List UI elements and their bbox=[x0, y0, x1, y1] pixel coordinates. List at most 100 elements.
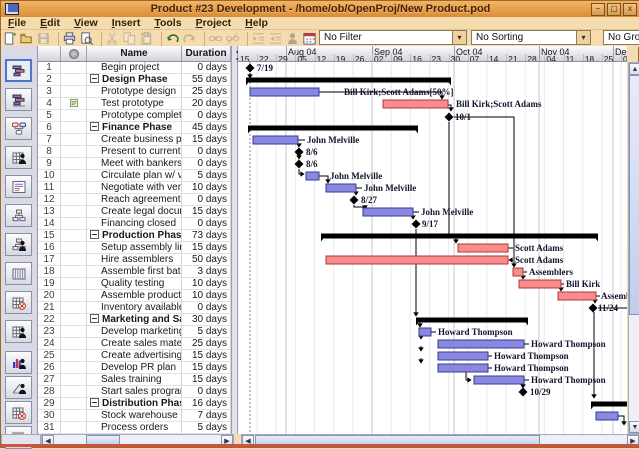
table-row[interactable]: 21 Inventory available 0 days bbox=[38, 302, 231, 314]
row-info-cell[interactable] bbox=[61, 290, 87, 302]
table-row[interactable]: 24 Create sales materials25 days bbox=[38, 338, 231, 350]
task-duration-cell[interactable]: 15 days bbox=[182, 206, 231, 218]
row-number[interactable]: 30 bbox=[38, 410, 61, 422]
menu-help[interactable]: Help bbox=[238, 17, 275, 29]
gantt-task-bar[interactable] bbox=[252, 135, 299, 145]
row-info-cell[interactable] bbox=[61, 422, 87, 434]
row-info-cell[interactable] bbox=[61, 74, 87, 86]
gantt-task-bar[interactable] bbox=[437, 339, 525, 349]
gantt-summary-bar[interactable] bbox=[248, 125, 418, 131]
table-row[interactable]: 29 Distribution Phase 16 days bbox=[38, 398, 231, 410]
gantt-milestone[interactable] bbox=[349, 195, 359, 205]
task-duration-cell[interactable]: 0 days bbox=[182, 302, 231, 314]
gantt-milestone[interactable] bbox=[411, 219, 421, 229]
task-name-cell[interactable]: Assemble product bbox=[87, 290, 182, 302]
info-column-header[interactable] bbox=[61, 46, 87, 61]
task-duration-cell[interactable]: 0 days bbox=[182, 158, 231, 170]
task-name-cell[interactable]: Distribution Phase bbox=[87, 398, 182, 410]
task-name-cell[interactable]: Process orders bbox=[87, 422, 182, 434]
scroll-up-icon[interactable]: ▲ bbox=[629, 63, 639, 75]
table-row[interactable]: 3 Prototype design 25 days bbox=[38, 86, 231, 98]
gantt-milestone[interactable] bbox=[518, 387, 528, 397]
menu-tools[interactable]: Tools bbox=[147, 17, 188, 29]
row-number[interactable]: 9 bbox=[38, 158, 61, 170]
gantt-task-bar[interactable] bbox=[557, 291, 597, 301]
table-row[interactable]: 9 Meet with bankers 0 days bbox=[38, 158, 231, 170]
toolbar-new-button[interactable] bbox=[1, 31, 18, 47]
row-info-cell[interactable] bbox=[61, 134, 87, 146]
table-row[interactable]: 5 Prototype completed0 days bbox=[38, 110, 231, 122]
table-row[interactable]: 10 Circulate plan w/ venti5 days bbox=[38, 170, 231, 182]
table-row[interactable]: 31 Process orders 5 days bbox=[38, 422, 231, 434]
table-row[interactable]: 12 Reach agreement 0 days bbox=[38, 194, 231, 206]
menu-project[interactable]: Project bbox=[189, 17, 239, 29]
toolbar-print-button[interactable] bbox=[61, 31, 78, 47]
gantt-milestone[interactable] bbox=[245, 63, 255, 73]
vertical-scrollbar[interactable]: ▲ ▼ bbox=[628, 62, 639, 434]
table-row[interactable]: 22 Marketing and Sales P30 days bbox=[38, 314, 231, 326]
table-row[interactable]: 25 Create advertising pla15 days bbox=[38, 350, 231, 362]
task-name-cell[interactable]: Design Phase bbox=[87, 74, 182, 86]
toolbar-calendar-button[interactable] bbox=[301, 31, 318, 47]
table-row[interactable]: 6 Finance Phase 45 days bbox=[38, 122, 231, 134]
task-duration-cell[interactable]: 5 days bbox=[182, 326, 231, 338]
row-info-cell[interactable] bbox=[61, 170, 87, 182]
gantt-task-bar[interactable] bbox=[325, 183, 357, 193]
collapse-icon[interactable] bbox=[90, 122, 99, 131]
task-name-cell[interactable]: Finance Phase bbox=[87, 122, 182, 134]
row-number[interactable]: 4 bbox=[38, 98, 61, 110]
menu-file[interactable]: File bbox=[1, 17, 33, 29]
task-duration-cell[interactable]: 10 days bbox=[182, 182, 231, 194]
gantt-task-bar[interactable] bbox=[418, 327, 432, 337]
table-row[interactable]: 1 Begin project 0 days bbox=[38, 62, 231, 74]
row-number[interactable]: 23 bbox=[38, 326, 61, 338]
row-info-cell[interactable] bbox=[61, 206, 87, 218]
row-info-cell[interactable] bbox=[61, 218, 87, 230]
sidebar-view-wbs[interactable] bbox=[5, 204, 32, 227]
minimize-button[interactable]: − bbox=[591, 3, 605, 16]
table-row[interactable]: 2 Design Phase 55 days bbox=[38, 74, 231, 86]
task-name-cell[interactable]: Marketing and Sales P bbox=[87, 314, 182, 326]
table-row[interactable]: 14 Financing closed 0 days bbox=[38, 218, 231, 230]
toolbar-open-button[interactable] bbox=[18, 31, 35, 47]
sorting-combobox[interactable]: No Sorting ▾ bbox=[471, 30, 591, 45]
toolbar-undo-button[interactable] bbox=[164, 31, 181, 47]
sidebar-view-charts[interactable] bbox=[5, 376, 32, 399]
row-number[interactable]: 18 bbox=[38, 266, 61, 278]
gantt-task-bar[interactable] bbox=[437, 351, 489, 361]
row-number[interactable]: 21 bbox=[38, 302, 61, 314]
sidebar-view-gantt[interactable] bbox=[5, 59, 32, 82]
row-info-cell[interactable] bbox=[61, 182, 87, 194]
table-row[interactable]: 28 Start sales program 0 days bbox=[38, 386, 231, 398]
title-bar[interactable]: Product #23 Development - /home/ob/OpenP… bbox=[1, 1, 639, 17]
task-name-cell[interactable]: Present to current inve bbox=[87, 146, 182, 158]
row-number[interactable]: 12 bbox=[38, 194, 61, 206]
task-name-cell[interactable]: Assemble first batch bbox=[87, 266, 182, 278]
table-row[interactable]: 8 Present to current inve0 days bbox=[38, 146, 231, 158]
row-number[interactable]: 2 bbox=[38, 74, 61, 86]
task-name-cell[interactable]: Negotiate with venture bbox=[87, 182, 182, 194]
task-duration-cell[interactable]: 5 days bbox=[182, 170, 231, 182]
task-duration-cell[interactable]: 25 days bbox=[182, 338, 231, 350]
table-header[interactable]: Name Duration bbox=[38, 46, 231, 62]
gantt-task-bar[interactable] bbox=[457, 243, 509, 253]
task-duration-cell[interactable]: 0 days bbox=[182, 110, 231, 122]
row-info-cell[interactable] bbox=[61, 86, 87, 98]
sidebar-view-rbs[interactable] bbox=[5, 233, 32, 256]
row-info-cell[interactable] bbox=[61, 110, 87, 122]
collapse-icon[interactable] bbox=[90, 74, 99, 83]
sidebar-view-reports-columns[interactable] bbox=[5, 262, 32, 285]
row-info-cell[interactable] bbox=[61, 326, 87, 338]
task-duration-cell[interactable]: 20 days bbox=[182, 98, 231, 110]
gantt-milestone[interactable] bbox=[444, 112, 454, 122]
task-duration-cell[interactable]: 15 days bbox=[182, 242, 231, 254]
task-name-cell[interactable]: Circulate plan w/ venti bbox=[87, 170, 182, 182]
row-info-cell[interactable] bbox=[61, 398, 87, 410]
table-row[interactable]: 7 Create business plan15 days bbox=[38, 134, 231, 146]
row-number-header[interactable] bbox=[38, 46, 61, 61]
row-info-cell[interactable] bbox=[61, 98, 87, 110]
collapse-icon[interactable] bbox=[90, 230, 99, 239]
task-duration-cell[interactable]: 0 days bbox=[182, 194, 231, 206]
gantt-task-bar[interactable] bbox=[325, 255, 509, 265]
task-name-cell[interactable]: Develop marketing pla bbox=[87, 326, 182, 338]
